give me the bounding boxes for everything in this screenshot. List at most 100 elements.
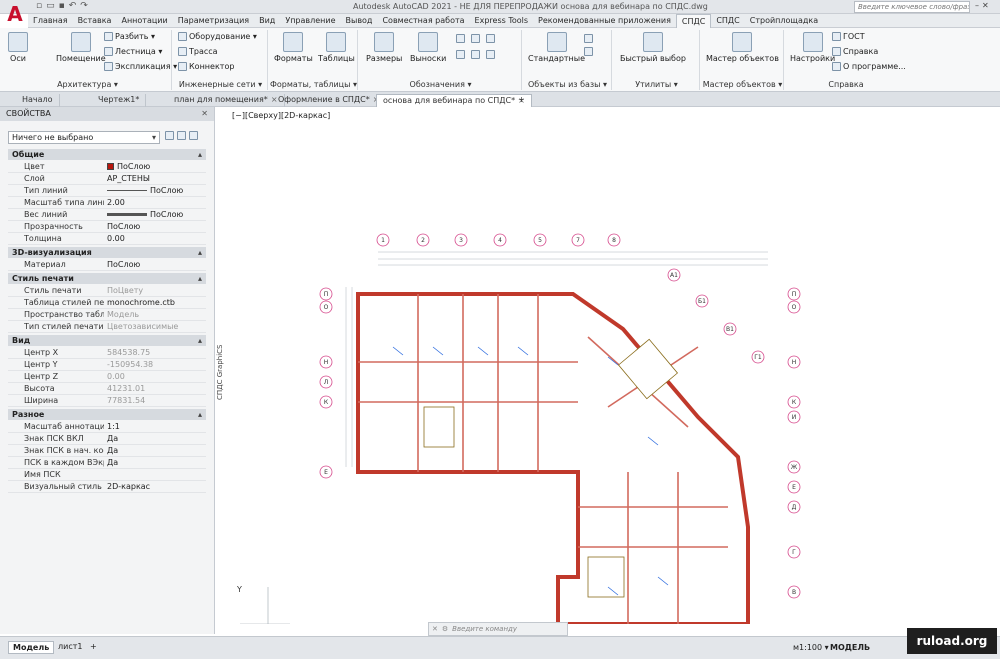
leaders-button[interactable]: Выноски [410, 32, 446, 63]
close-icon[interactable]: ✕ [982, 1, 989, 10]
object-db-icon[interactable] [584, 34, 593, 43]
object-edit-icon[interactable] [584, 47, 593, 56]
tab-construction-site[interactable]: Стройплощадка [745, 14, 823, 28]
prop-row[interactable]: Слой АР_СТЕНЫ [8, 173, 206, 185]
toggle-pickadd-icon[interactable] [165, 131, 174, 140]
panel-title-architecture[interactable]: Архитектура ▾ [4, 80, 171, 89]
tab-view[interactable]: Вид [254, 14, 280, 28]
new-tab-button[interactable]: + [512, 94, 531, 107]
panel-title-utilities[interactable]: Утилиты ▾ [614, 80, 699, 89]
annotation-scale[interactable]: м1:100 ▾ [793, 643, 829, 652]
panel-title-master[interactable]: Мастер объектов ▾ [702, 80, 783, 89]
command-input[interactable]: Введите команду [452, 623, 517, 635]
tab-layout1[interactable]: лист1 [54, 641, 86, 652]
prop-row[interactable]: Таблица стилей печ...monochrome.ctb [8, 297, 206, 309]
prop-row[interactable]: ПСК в каждом ВЭкр...Да [8, 457, 206, 469]
section-3d-visualization[interactable]: 3D-визуализация ▴ [8, 247, 206, 258]
prop-row[interactable]: Имя ПСК [8, 469, 206, 481]
settings-button[interactable]: Настройки [790, 32, 835, 63]
explication-button[interactable]: Экспликация ▾ [104, 62, 177, 71]
prop-row[interactable]: Цвет ПоСлою [8, 161, 206, 173]
tab-home[interactable]: Главная [28, 14, 73, 28]
minimize-icon[interactable]: – [975, 1, 979, 10]
prop-row[interactable]: Материал ПоСлою [8, 259, 206, 271]
prop-row[interactable]: Тип стилей печати Цветозависимые [8, 321, 206, 333]
doc-tab-spds-design[interactable]: Оформление в СПДС*× [272, 94, 387, 107]
help-button[interactable]: Справка [832, 47, 878, 56]
section-misc[interactable]: Разное ▴ [8, 409, 206, 420]
section-mark-icon[interactable] [471, 34, 480, 43]
room-button[interactable]: Помещение [56, 32, 106, 63]
tab-express-tools[interactable]: Express Tools [470, 14, 534, 28]
route-button[interactable]: Трасса [178, 47, 218, 56]
formats-button[interactable]: Форматы [274, 32, 313, 63]
undo-icon[interactable]: ↶ [69, 1, 77, 13]
panel-title-designations[interactable]: Обозначения ▾ [360, 80, 521, 89]
equipment-button[interactable]: Оборудование ▾ [178, 32, 257, 41]
tab-insert[interactable]: Вставка [73, 14, 117, 28]
axes-button[interactable]: Оси [8, 32, 28, 63]
prop-row[interactable]: Знак ПСК ВКЛ Да [8, 433, 206, 445]
prop-row[interactable]: Высота 41231.01 [8, 383, 206, 395]
wrench-icon[interactable]: ⚙ [442, 623, 448, 635]
prop-row[interactable]: Центр Y -150954.38 [8, 359, 206, 371]
break-line-icon[interactable] [471, 50, 480, 59]
save-icon[interactable]: ▪ [59, 1, 65, 13]
text-mark-icon[interactable] [456, 50, 465, 59]
level-mark-icon[interactable] [456, 34, 465, 43]
prop-row[interactable]: Тип линий ПоСлою [8, 185, 206, 197]
tab-output[interactable]: Вывод [341, 14, 378, 28]
close-icon[interactable]: ✕ [432, 623, 438, 635]
prop-row[interactable]: Стиль печати ПоЦвету [8, 285, 206, 297]
autocad-logo[interactable]: A [2, 2, 28, 28]
redo-icon[interactable]: ↷ [80, 1, 88, 13]
about-button[interactable]: О программе... [832, 62, 906, 71]
doc-tab-start[interactable]: Начало [16, 94, 60, 107]
north-arrow-icon[interactable] [486, 50, 495, 59]
node-mark-icon[interactable] [486, 34, 495, 43]
prop-row[interactable]: Знак ПСК в нач. коо...Да [8, 445, 206, 457]
search-input[interactable]: Введите ключевое слово/фразу [854, 1, 970, 13]
tab-parametric[interactable]: Параметризация [173, 14, 254, 28]
open-icon[interactable]: ▭ [46, 1, 55, 13]
prop-row[interactable]: Пространство табли...Модель [8, 309, 206, 321]
connector-button[interactable]: Коннектор [178, 62, 234, 71]
floor-plan-drawing[interactable]: 1 2 3 4 5 7 8 П О Н Л К Е П О Н К И Ж Е … [228, 107, 1000, 624]
select-objects-icon[interactable] [177, 131, 186, 140]
quick-select-icon[interactable] [189, 131, 198, 140]
tables-button[interactable]: Таблицы [318, 32, 355, 63]
drawing-viewport[interactable]: [−][Сверху][2D-каркас] 1 2 3 4 5 7 8 П О… [228, 107, 1000, 624]
tab-model[interactable]: Модель [8, 641, 55, 654]
prop-row[interactable]: Центр X 584538.75 [8, 347, 206, 359]
prop-row[interactable]: Вес линий ПоСлою [8, 209, 206, 221]
stair-button[interactable]: Лестница ▾ [104, 47, 162, 56]
tab-spds-2[interactable]: СПДС [711, 14, 744, 28]
panel-title-objects[interactable]: Объекты из базы ▾ [524, 80, 611, 89]
tab-featured-apps[interactable]: Рекомендованные приложения [533, 14, 676, 28]
model-space-toggle[interactable]: МОДЕЛЬ [830, 643, 870, 652]
tab-collaborate[interactable]: Совместная работа [377, 14, 469, 28]
gost-button[interactable]: ГОСТ [832, 32, 865, 41]
sizes-button[interactable]: Размеры [366, 32, 402, 63]
tab-spds[interactable]: СПДС [675, 14, 712, 28]
doc-tab-webinar[interactable]: основа для вебинара по СПДС* × [376, 94, 532, 107]
section-plot-style[interactable]: Стиль печати ▴ [8, 273, 206, 284]
tab-annotate[interactable]: Аннотации [116, 14, 172, 28]
quick-select-button[interactable]: Быстрый выбор [620, 32, 686, 63]
standard-button[interactable]: Стандартные [528, 32, 585, 63]
section-general[interactable]: Общие ▴ [8, 149, 206, 160]
master-objects-button[interactable]: Мастер объектов [706, 32, 779, 63]
new-icon[interactable]: ▫ [36, 1, 42, 13]
prop-row[interactable]: Ширина 77831.54 [8, 395, 206, 407]
selection-dropdown[interactable]: Ничего не выбрано ▾ [8, 131, 160, 144]
doc-tab-room-plan[interactable]: план для помещения* × [168, 94, 285, 107]
section-view[interactable]: Вид ▴ [8, 335, 206, 346]
panel-title-engineering[interactable]: Инженерные сети ▾ [174, 80, 267, 89]
split-button[interactable]: Разбить ▾ [104, 32, 155, 41]
tab-manage[interactable]: Управление [280, 14, 340, 28]
close-icon[interactable]: ✕ [201, 107, 208, 121]
prop-row[interactable]: Визуальный стиль 2D-каркас [8, 481, 206, 493]
prop-row[interactable]: Центр Z 0.00 [8, 371, 206, 383]
command-line[interactable]: ✕ ⚙ Введите команду [428, 622, 568, 636]
prop-row[interactable]: Масштаб типа линий2.00 [8, 197, 206, 209]
